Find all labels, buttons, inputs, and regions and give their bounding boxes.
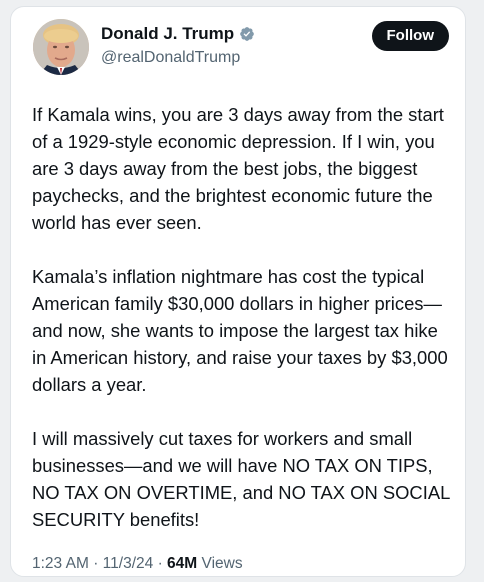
- follow-button[interactable]: Follow: [371, 21, 449, 51]
- tweet-paragraph: If Kamala wins, you are 3 days away from…: [32, 104, 444, 233]
- author-name-row: Donald J. Trump: [101, 24, 255, 44]
- page-background: Donald J. Trump @realDonaldTrump Follow …: [0, 0, 484, 582]
- views-count[interactable]: 64M: [167, 555, 197, 572]
- views-label: Views: [201, 555, 243, 572]
- tweet-date[interactable]: 11/3/24: [103, 555, 154, 572]
- meta-separator: ·: [157, 555, 163, 572]
- tweet-card: Donald J. Trump @realDonaldTrump Follow …: [10, 6, 466, 577]
- tweet-time[interactable]: 1:23 AM: [32, 555, 89, 572]
- tweet-paragraph: I will massively cut taxes for workers a…: [32, 428, 450, 530]
- verified-badge-icon[interactable]: [239, 26, 255, 42]
- tweet-paragraph: Kamala’s inflation nightmare has cost th…: [32, 266, 448, 395]
- author-handle[interactable]: @realDonaldTrump: [101, 48, 240, 67]
- profile-photo-icon: [33, 19, 89, 75]
- tweet-metadata: 1:23 AM · 11/3/24 · 64M Views: [32, 554, 243, 573]
- tweet-text: If Kamala wins, you are 3 days away from…: [32, 101, 456, 533]
- meta-separator: ·: [93, 555, 99, 572]
- author-display-name[interactable]: Donald J. Trump: [101, 24, 234, 44]
- avatar[interactable]: [33, 19, 89, 75]
